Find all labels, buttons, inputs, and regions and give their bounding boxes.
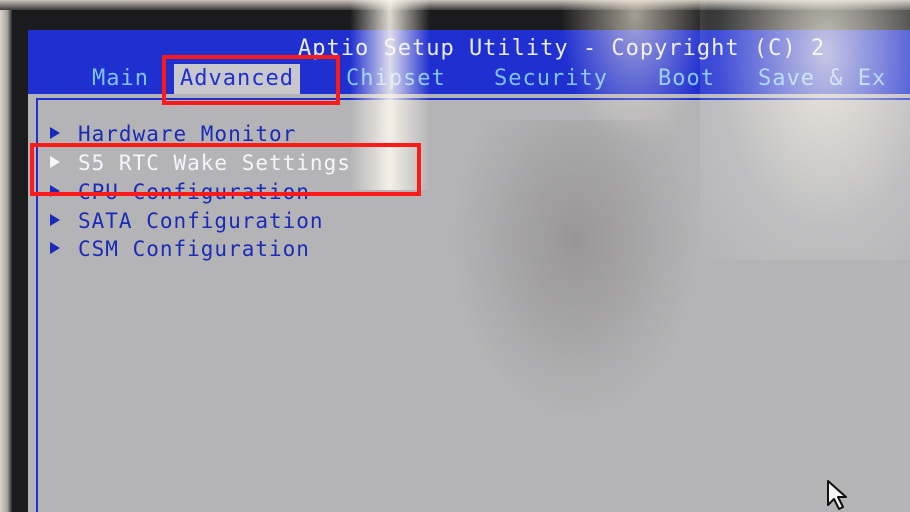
submenu-arrow-icon (50, 127, 60, 139)
highlight-box-advanced-tab (162, 55, 340, 105)
tab-save-exit[interactable]: Save & Ex (758, 66, 886, 91)
submenu-arrow-icon (50, 242, 60, 254)
photo: Aptio Setup Utility - Copyright (C) 2 Ma… (0, 0, 910, 512)
menu-item-csm-configuration[interactable]: CSM Configuration (50, 237, 310, 261)
highlight-box-s5-rtc-item (30, 143, 421, 196)
menu-item-label: CSM Configuration (78, 237, 310, 261)
bezel-edge-top (0, 0, 910, 10)
mouse-pointer-icon (827, 480, 847, 510)
bezel-edge (0, 0, 12, 512)
menu-item-label: SATA Configuration (78, 209, 324, 233)
menu-item-sata-configuration[interactable]: SATA Configuration (50, 209, 324, 233)
title-bar: Aptio Setup Utility - Copyright (C) 2 (28, 30, 910, 64)
tab-main[interactable]: Main (92, 66, 149, 91)
submenu-arrow-icon (50, 214, 60, 226)
bios-title: Aptio Setup Utility - Copyright (C) 2 (298, 36, 826, 61)
tab-boot[interactable]: Boot (658, 66, 715, 91)
tab-chipset[interactable]: Chipset (346, 66, 446, 91)
tab-bar: Main Advanced Chipset Security Boot Save… (28, 64, 910, 94)
tab-security[interactable]: Security (494, 66, 608, 91)
bios-screen: Aptio Setup Utility - Copyright (C) 2 Ma… (28, 30, 910, 512)
